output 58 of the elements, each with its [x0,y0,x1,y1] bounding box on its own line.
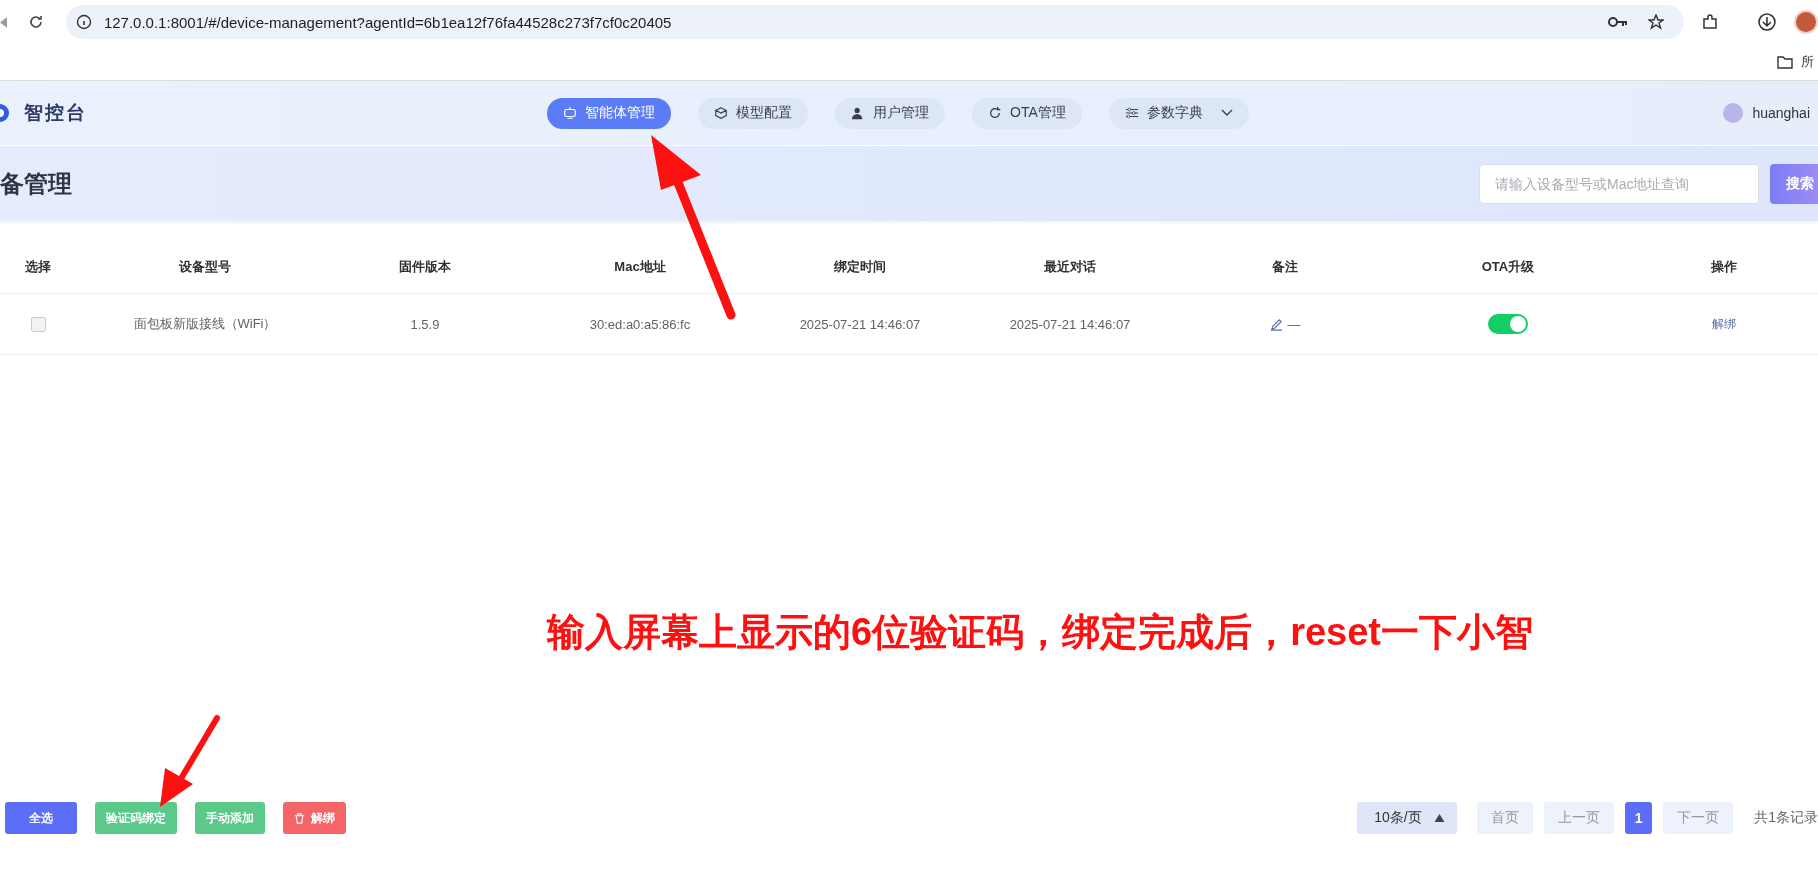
back-icon[interactable] [0,16,7,28]
table-cell-text: 1.5.9 [409,315,441,334]
row-checkbox[interactable] [30,316,46,332]
folder-icon[interactable] [1777,55,1793,69]
column-header: 操作 [1710,258,1738,276]
page-title: 备管理 [0,168,72,199]
profile-avatar[interactable] [1794,10,1818,34]
trash-icon [294,812,305,824]
nav-tab[interactable]: 用户管理 [835,97,945,129]
search-button[interactable]: 搜索 [1770,163,1818,204]
column-header: 最近对话 [1043,258,1097,276]
sliders-icon [1124,106,1139,120]
user-name[interactable]: huanghai [1752,105,1810,121]
column-header: OTA升级 [1480,258,1536,276]
star-icon[interactable] [1648,14,1665,30]
nav-tab[interactable]: 模型配置 [698,97,808,129]
refresh-icon [988,106,1002,120]
caret-icon [1434,814,1446,822]
first-page-button[interactable]: 首页 [1477,802,1534,834]
column-header: 设备型号 [178,258,232,276]
column-header: 选择 [24,258,52,276]
reload-icon[interactable] [27,14,44,30]
table-cell-text: 2025-07-21 14:46:07 [798,315,922,334]
cube-icon [714,106,728,120]
nav-tab[interactable]: 智能体管理 [547,97,671,129]
remark-text: — [1287,316,1301,332]
url-text: 127.0.0.1:8001/#/device-management?agentId=6b1ea12f76fa44528c273f7cf0c20405 [103,13,673,31]
search-field[interactable]: 请输入设备型号或Mac地址查询 [1479,163,1759,204]
brand-name: 智控台 [24,101,87,125]
unbind-link[interactable]: 解绑 [1712,315,1736,333]
column-header: 绑定时间 [833,258,887,276]
ota-toggle[interactable] [1488,314,1528,334]
puzzle-icon[interactable] [1702,14,1719,30]
table-cell-text: 30:ed:a0:a5:86:fc [588,315,692,334]
nav-tab[interactable]: 参数字典 [1108,97,1249,129]
next-page-button[interactable]: 下一页 [1663,802,1734,834]
robot-icon [563,106,577,120]
table-cell-text: 面包板新版接线（WiFi） [132,315,278,333]
column-header: Mac地址 [613,258,667,276]
info-icon[interactable] [75,14,92,30]
action-button[interactable]: 解绑 [283,802,346,834]
column-header: 固件版本 [398,258,452,276]
pencil-icon[interactable] [1269,317,1283,331]
page-size-select[interactable]: 10条/页 [1357,802,1458,834]
action-button[interactable]: 全选 [5,802,77,834]
key-icon[interactable] [1608,16,1629,28]
nav-tab[interactable]: OTA管理 [972,97,1082,129]
download-icon[interactable] [1758,13,1777,31]
previous-page-button[interactable]: 上一页 [1544,802,1615,834]
page-number[interactable]: 1 [1625,802,1653,834]
user-icon [851,106,865,120]
total-count: 共1条记录 [1754,809,1818,827]
bookmark-folder[interactable]: 所 [1801,53,1814,71]
annotation-text: 输入屏幕上显示的6位验证码，绑定完成后，reset一下小智 [547,610,1533,655]
chevron-icon[interactable] [1220,109,1233,117]
column-header: 备注 [1271,258,1299,276]
table-cell-text: 2025-07-21 14:46:07 [1008,315,1132,334]
address-bar[interactable]: 127.0.0.1:8001/#/device-management?agentId=6b1ea12f76fa44528c273f7cf0c20405 [65,5,1685,39]
